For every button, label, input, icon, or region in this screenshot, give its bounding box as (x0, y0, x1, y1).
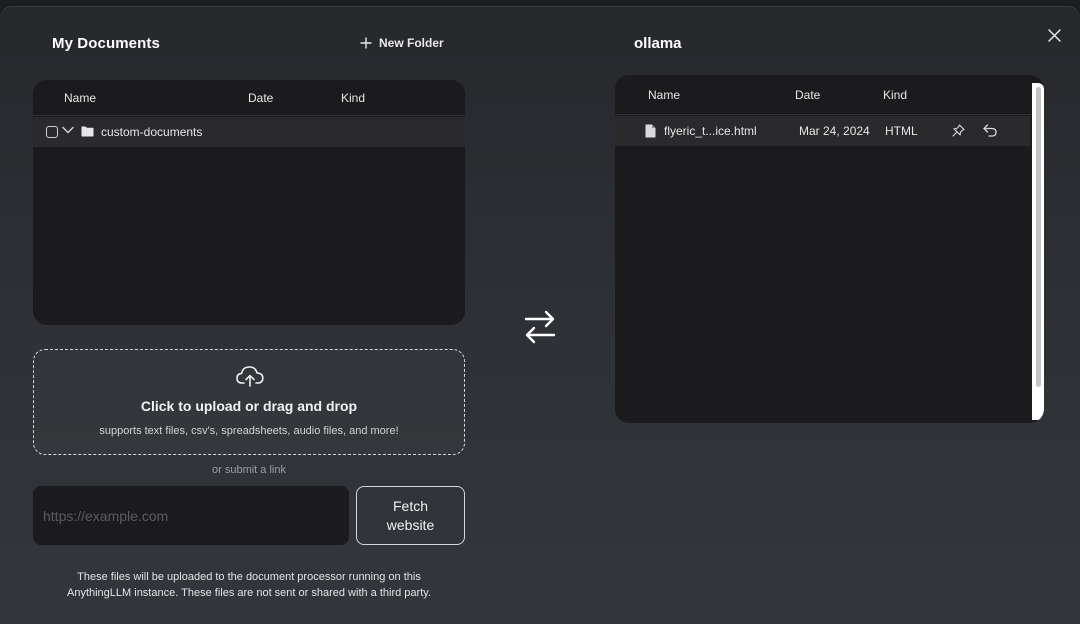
fetch-website-button[interactable]: Fetch website (356, 486, 465, 545)
new-folder-label: New Folder (379, 36, 444, 50)
pin-icon (952, 124, 965, 137)
url-input[interactable] (33, 486, 349, 545)
table-header: Name Date Kind (33, 80, 465, 116)
plus-icon (360, 37, 372, 49)
upload-title: Click to upload or drag and drop (140, 398, 358, 414)
upload-dropzone[interactable]: Click to upload or drag and drop support… (33, 349, 465, 455)
column-name[interactable]: Name (64, 91, 96, 105)
close-button[interactable] (1044, 25, 1064, 45)
column-date[interactable]: Date (795, 88, 820, 102)
file-name: flyeric_t...ice.html (664, 124, 757, 138)
workspace-title: ollama (634, 35, 682, 52)
disclaimer-line-1: These files will be uploaded to the docu… (77, 571, 421, 583)
disclaimer-line-2: AnythingLLM instance. These files are no… (66, 587, 431, 599)
table-header: Name Date Kind (615, 75, 1044, 115)
file-kind: HTML (885, 124, 918, 138)
remove-document-button[interactable] (983, 124, 997, 137)
chevron-down-icon (62, 126, 74, 134)
folder-icon (81, 126, 94, 140)
folder-name: custom-documents (101, 125, 203, 139)
column-kind[interactable]: Kind (883, 88, 907, 102)
pin-button[interactable] (952, 124, 965, 137)
undo-icon (983, 124, 997, 137)
file-icon (645, 124, 656, 141)
swap-arrows-icon (524, 310, 556, 344)
file-date: Mar 24, 2024 (799, 124, 870, 138)
column-name[interactable]: Name (648, 88, 680, 102)
scrollbar-thumb[interactable] (1036, 87, 1041, 387)
move-documents-button[interactable] (524, 310, 556, 344)
upload-subtitle: supports text files, csv's, spreadsheets… (99, 425, 399, 437)
workspace-documents-panel: Name Date Kind flyeric_t...ice.html Mar … (615, 75, 1044, 423)
expand-toggle[interactable] (62, 126, 74, 134)
close-icon (1047, 28, 1061, 42)
new-folder-button[interactable]: New Folder (360, 36, 444, 50)
document-manager-modal: My Documents New Folder Name Date Kind c… (0, 6, 1080, 624)
table-row[interactable]: flyeric_t...ice.html Mar 24, 2024 HTML (615, 116, 1030, 146)
or-submit-link-label: or submit a link (212, 464, 286, 476)
column-kind[interactable]: Kind (341, 91, 365, 105)
row-checkbox[interactable] (46, 126, 58, 138)
my-documents-title: My Documents (52, 35, 160, 52)
cloud-upload-icon (236, 366, 264, 387)
my-documents-panel: Name Date Kind custom-documents (33, 80, 465, 325)
upload-disclaimer: These files will be uploaded to the docu… (33, 569, 465, 601)
column-date[interactable]: Date (248, 91, 273, 105)
table-row[interactable]: custom-documents (33, 117, 465, 147)
